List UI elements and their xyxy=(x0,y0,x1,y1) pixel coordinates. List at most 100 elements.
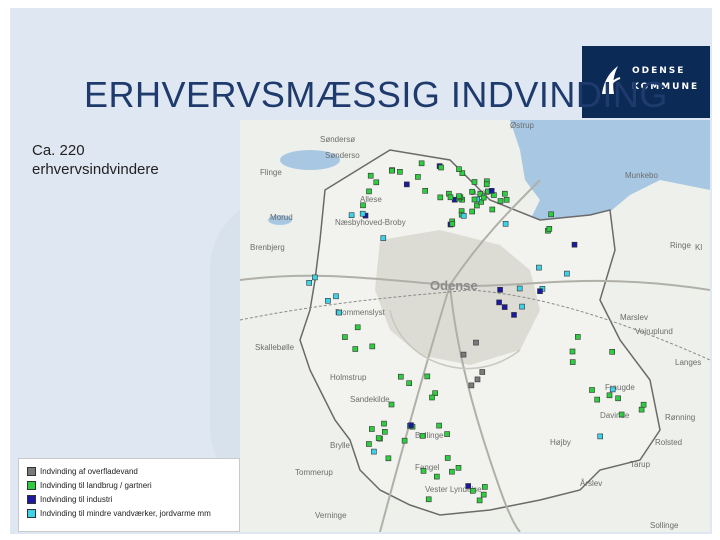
well-marker[interactable] xyxy=(360,202,366,209)
well-marker[interactable] xyxy=(444,455,451,461)
well-marker[interactable] xyxy=(367,172,374,179)
well-marker[interactable] xyxy=(359,210,366,217)
well-marker[interactable] xyxy=(354,324,361,331)
well-marker[interactable] xyxy=(438,164,444,171)
well-marker[interactable] xyxy=(502,221,509,227)
well-marker[interactable] xyxy=(333,293,339,300)
well-marker[interactable] xyxy=(471,179,478,185)
well-marker[interactable] xyxy=(473,339,479,346)
well-marker[interactable] xyxy=(497,198,504,204)
well-marker[interactable] xyxy=(574,334,581,340)
well-marker[interactable] xyxy=(366,441,372,447)
well-marker[interactable] xyxy=(471,196,478,203)
well-marker[interactable] xyxy=(422,188,428,194)
well-marker[interactable] xyxy=(489,206,496,213)
well-marker[interactable] xyxy=(483,181,490,188)
well-marker[interactable] xyxy=(424,373,431,380)
well-marker[interactable] xyxy=(479,369,486,375)
well-marker[interactable] xyxy=(564,270,570,277)
well-marker[interactable] xyxy=(398,373,404,380)
well-marker[interactable] xyxy=(456,166,462,173)
well-marker[interactable] xyxy=(468,382,475,389)
well-marker[interactable] xyxy=(385,455,392,462)
well-marker[interactable] xyxy=(389,167,395,174)
well-marker[interactable] xyxy=(434,473,440,480)
well-marker[interactable] xyxy=(366,188,372,195)
well-marker[interactable] xyxy=(482,484,488,490)
well-marker[interactable] xyxy=(496,299,502,306)
well-marker[interactable] xyxy=(404,181,410,188)
well-marker[interactable] xyxy=(312,274,318,281)
well-marker[interactable] xyxy=(306,280,312,286)
well-marker[interactable] xyxy=(609,386,616,393)
well-marker[interactable] xyxy=(418,160,425,167)
well-marker[interactable] xyxy=(444,431,450,437)
well-marker[interactable] xyxy=(480,194,487,201)
well-marker[interactable] xyxy=(381,420,387,427)
well-marker[interactable] xyxy=(456,193,462,199)
well-marker[interactable] xyxy=(425,496,432,503)
well-marker[interactable] xyxy=(488,188,495,194)
well-marker[interactable] xyxy=(609,349,616,355)
well-marker[interactable] xyxy=(455,464,462,471)
well-marker[interactable] xyxy=(589,387,595,393)
well-marker[interactable] xyxy=(615,395,621,402)
well-marker[interactable] xyxy=(569,348,576,355)
well-marker[interactable] xyxy=(640,401,647,408)
well-marker[interactable] xyxy=(537,288,543,294)
well-marker[interactable] xyxy=(571,241,578,248)
well-marker[interactable] xyxy=(373,179,380,186)
well-marker[interactable] xyxy=(460,351,467,358)
well-marker[interactable] xyxy=(536,264,542,271)
well-marker[interactable] xyxy=(470,487,476,494)
well-marker[interactable] xyxy=(480,491,487,498)
well-marker[interactable] xyxy=(437,194,444,201)
well-marker[interactable] xyxy=(415,174,421,180)
well-marker[interactable] xyxy=(618,411,625,418)
well-marker[interactable] xyxy=(469,188,475,195)
well-marker[interactable] xyxy=(449,468,455,475)
well-marker[interactable] xyxy=(460,213,467,219)
well-marker[interactable] xyxy=(369,343,376,350)
well-marker[interactable] xyxy=(388,401,395,408)
well-marker[interactable] xyxy=(501,190,508,197)
well-marker[interactable] xyxy=(511,312,517,318)
well-marker[interactable] xyxy=(519,303,525,310)
well-marker[interactable] xyxy=(503,197,510,203)
well-marker[interactable] xyxy=(638,406,645,413)
well-marker[interactable] xyxy=(369,426,375,432)
well-marker[interactable] xyxy=(474,376,481,383)
well-marker[interactable] xyxy=(469,208,475,215)
well-marker[interactable] xyxy=(501,304,508,310)
well-marker[interactable] xyxy=(447,194,454,201)
well-marker[interactable] xyxy=(449,221,456,227)
well-marker[interactable] xyxy=(436,422,442,429)
well-marker[interactable] xyxy=(325,298,331,304)
well-marker[interactable] xyxy=(371,448,377,455)
well-marker[interactable] xyxy=(546,226,553,232)
well-marker[interactable] xyxy=(420,468,427,474)
well-marker[interactable] xyxy=(342,334,348,340)
well-marker[interactable] xyxy=(382,428,388,435)
well-marker[interactable] xyxy=(465,483,471,489)
well-marker[interactable] xyxy=(397,168,403,175)
well-marker[interactable] xyxy=(352,346,359,352)
well-marker[interactable] xyxy=(548,211,554,218)
well-marker[interactable] xyxy=(476,497,483,504)
well-marker[interactable] xyxy=(497,287,503,293)
well-marker[interactable] xyxy=(606,392,613,399)
well-marker[interactable] xyxy=(569,359,576,365)
well-marker[interactable] xyxy=(406,380,412,387)
well-marker[interactable] xyxy=(401,437,408,444)
well-marker[interactable] xyxy=(516,285,523,292)
well-marker[interactable] xyxy=(597,433,604,440)
well-marker[interactable] xyxy=(419,433,426,439)
map-view[interactable]: Sønderso Østrup Munkebo Allese Morud Næsbyhov… xyxy=(240,120,710,532)
well-marker[interactable] xyxy=(380,235,387,241)
well-marker[interactable] xyxy=(429,394,435,401)
well-marker[interactable] xyxy=(348,212,355,218)
well-marker[interactable] xyxy=(594,396,601,403)
well-marker[interactable] xyxy=(336,309,342,316)
well-marker[interactable] xyxy=(408,422,414,429)
well-marker[interactable] xyxy=(375,435,382,441)
